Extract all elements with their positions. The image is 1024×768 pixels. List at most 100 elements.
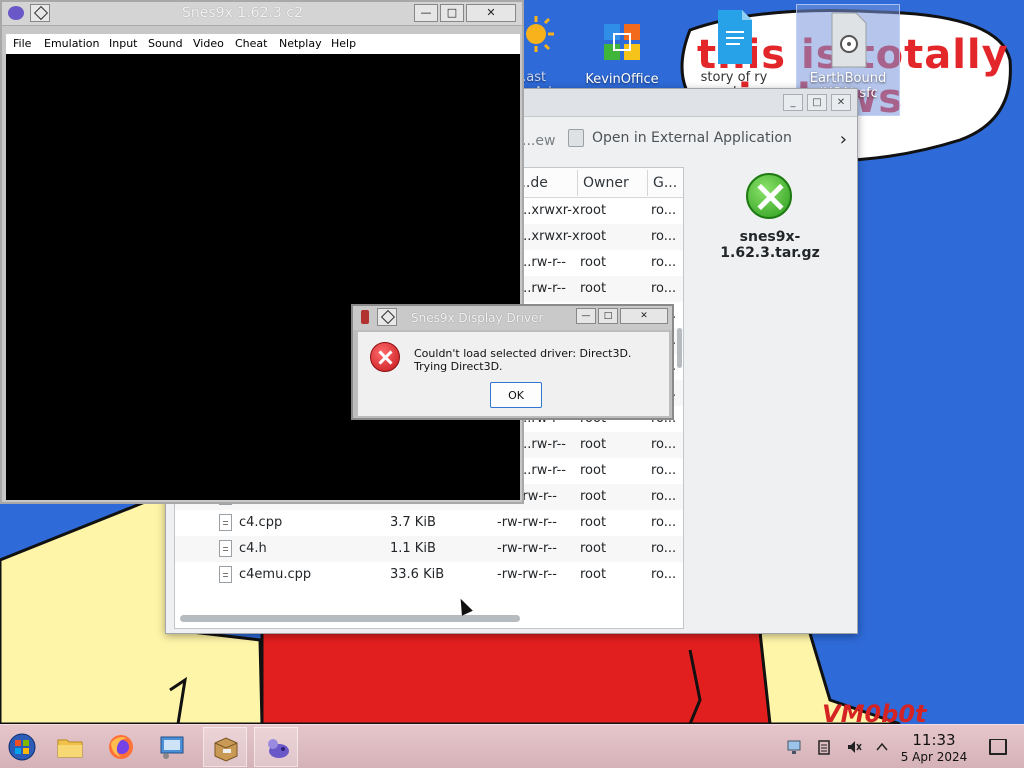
minimize-button[interactable]: — (414, 4, 438, 22)
file-permissions: ...xrwxr-x (519, 203, 580, 218)
source-file-icon (219, 566, 232, 583)
file-owner: root (580, 203, 607, 218)
dialog-titlebar[interactable]: Snes9x Display Driver — □ ✕ (353, 306, 672, 330)
column-header-owner[interactable]: Owner (583, 175, 629, 191)
archive-preview-icon (746, 173, 792, 219)
file-permissions: ...rw-r-- (519, 255, 566, 270)
taskbar: 11:33 5 Apr 2024 (0, 724, 1024, 768)
menu-help[interactable]: Help (331, 37, 356, 50)
wallpaper-signature: VM0b0t (822, 700, 927, 724)
snes9x-titlebar[interactable]: Snes9x 1.62.3 c2 — □ ✕ (2, 2, 522, 26)
taskbar-firefox[interactable] (99, 727, 143, 767)
toolbar-overflow-button[interactable]: › (840, 129, 847, 150)
taskbar-control-panel[interactable] (150, 727, 194, 767)
file-owner: root (580, 567, 607, 582)
file-size: 33.6 KiB (390, 567, 445, 582)
minimize-button[interactable]: _ (783, 94, 803, 111)
window-menu-button[interactable] (30, 4, 50, 22)
file-permissions: -rw-rw-r-- (497, 541, 557, 556)
show-desktop-button[interactable] (989, 739, 1007, 755)
close-button[interactable]: ✕ (831, 94, 851, 111)
snes9x-icon (268, 739, 289, 758)
close-button[interactable]: ✕ (466, 4, 516, 22)
close-button[interactable]: ✕ (620, 308, 668, 324)
menu-emulation[interactable]: Emulation (44, 37, 100, 50)
file-owner: root (580, 255, 607, 270)
file-owner: root (580, 281, 607, 296)
menu-cheat[interactable]: Cheat (235, 37, 267, 50)
file-group: ro... (651, 515, 677, 530)
file-group: ro... (651, 541, 677, 556)
clock-time: 11:33 (912, 731, 956, 749)
horizontal-scrollbar[interactable] (180, 615, 520, 622)
file-permissions: ...xrwxr-x (519, 229, 580, 244)
file-group: ro... (651, 255, 677, 270)
vertical-scrollbar[interactable] (677, 328, 682, 368)
taskbar-snes9x[interactable] (254, 727, 298, 767)
rom-file-icon (824, 11, 872, 68)
file-row[interactable]: c4.cpp 3.7 KiB -rw-rw-r-- root ro... (175, 510, 683, 536)
file-explorer-icon (57, 739, 83, 758)
file-permissions: ...rw-r-- (519, 463, 566, 478)
network-icon[interactable] (786, 739, 802, 755)
horizontal-scrollbar-track (174, 613, 684, 627)
maximize-button[interactable]: □ (807, 94, 827, 111)
file-owner: root (580, 229, 607, 244)
ok-button[interactable]: OK (490, 382, 542, 408)
snes9x-window: Snes9x 1.62.3 c2 — □ ✕ File Emulation In… (0, 0, 524, 504)
file-permissions: -rw-rw-r-- (497, 567, 557, 582)
file-group: ro... (651, 203, 677, 218)
window-menu-button[interactable] (377, 308, 397, 326)
file-group: ro... (651, 567, 677, 582)
display-driver-dialog: Snes9x Display Driver — □ ✕ Couldn't loa… (351, 304, 674, 420)
file-group: ro... (651, 463, 677, 478)
source-file-icon (219, 514, 232, 531)
file-owner: root (580, 437, 607, 452)
volume-muted-icon[interactable] (846, 739, 862, 755)
source-file-icon (219, 540, 232, 557)
file-permissions: ...rw-r-- (519, 281, 566, 296)
firefox-icon (109, 735, 133, 759)
file-size: 3.7 KiB (390, 515, 436, 530)
file-row[interactable]: c4emu.cpp 33.6 KiB -rw-rw-r-- root ro... (175, 562, 683, 588)
file-owner: root (580, 489, 607, 504)
preview-file-name: snes9x-1.62.3.tar.gz (720, 229, 820, 261)
dialog-message: Couldn't load selected driver: Direct3D.… (414, 347, 632, 373)
dialog-title: Snes9x Display Driver (411, 311, 544, 325)
open-external-label: Open in External Application (592, 130, 792, 146)
clock[interactable]: 11:33 5 Apr 2024 (894, 731, 974, 764)
file-permissions: ...rw-r-- (519, 437, 566, 452)
start-button[interactable] (0, 727, 44, 767)
clipboard-icon[interactable] (816, 739, 832, 755)
menu-input[interactable]: Input (109, 37, 137, 50)
file-name: c4.cpp (239, 515, 283, 530)
snes9x-title: Snes9x 1.62.3 c2 (182, 5, 303, 21)
emulator-screen[interactable] (6, 54, 520, 500)
dialog-body: Couldn't load selected driver: Direct3D.… (358, 332, 669, 416)
view-button[interactable]: ...ew (522, 133, 555, 149)
file-name: c4emu.cpp (239, 567, 312, 582)
maximize-button[interactable]: □ (598, 308, 618, 324)
archive-manager-icon (214, 737, 238, 762)
menu-netplay[interactable]: Netplay (279, 37, 322, 50)
dialog-app-icon (361, 310, 369, 324)
chevron-up-icon[interactable] (874, 739, 890, 755)
start-orb-icon (8, 733, 36, 761)
minimize-button[interactable]: — (576, 308, 596, 324)
menu-sound[interactable]: Sound (148, 37, 183, 50)
taskbar-archive-manager[interactable] (203, 727, 247, 767)
clock-date: 5 Apr 2024 (900, 750, 968, 764)
file-row[interactable]: c4.h 1.1 KiB -rw-rw-r-- root ro... (175, 536, 683, 562)
menu-video[interactable]: Video (193, 37, 224, 50)
open-external-button[interactable]: Open in External Application (568, 129, 792, 147)
column-header-group[interactable]: G... (653, 175, 677, 191)
office-suite-icon (598, 18, 646, 66)
desktop: this is totally windows guys VM0b0t ...a… (0, 0, 1024, 724)
desktop-icon-story[interactable]: story of ry man kyo... (688, 8, 780, 100)
file-size: 1.1 KiB (390, 541, 436, 556)
menu-file[interactable]: File (13, 37, 31, 50)
taskbar-file-explorer[interactable] (48, 727, 92, 767)
file-group: ro... (651, 281, 677, 296)
maximize-button[interactable]: □ (440, 4, 464, 22)
snes9x-menubar: File Emulation Input Sound Video Cheat N… (6, 34, 520, 54)
